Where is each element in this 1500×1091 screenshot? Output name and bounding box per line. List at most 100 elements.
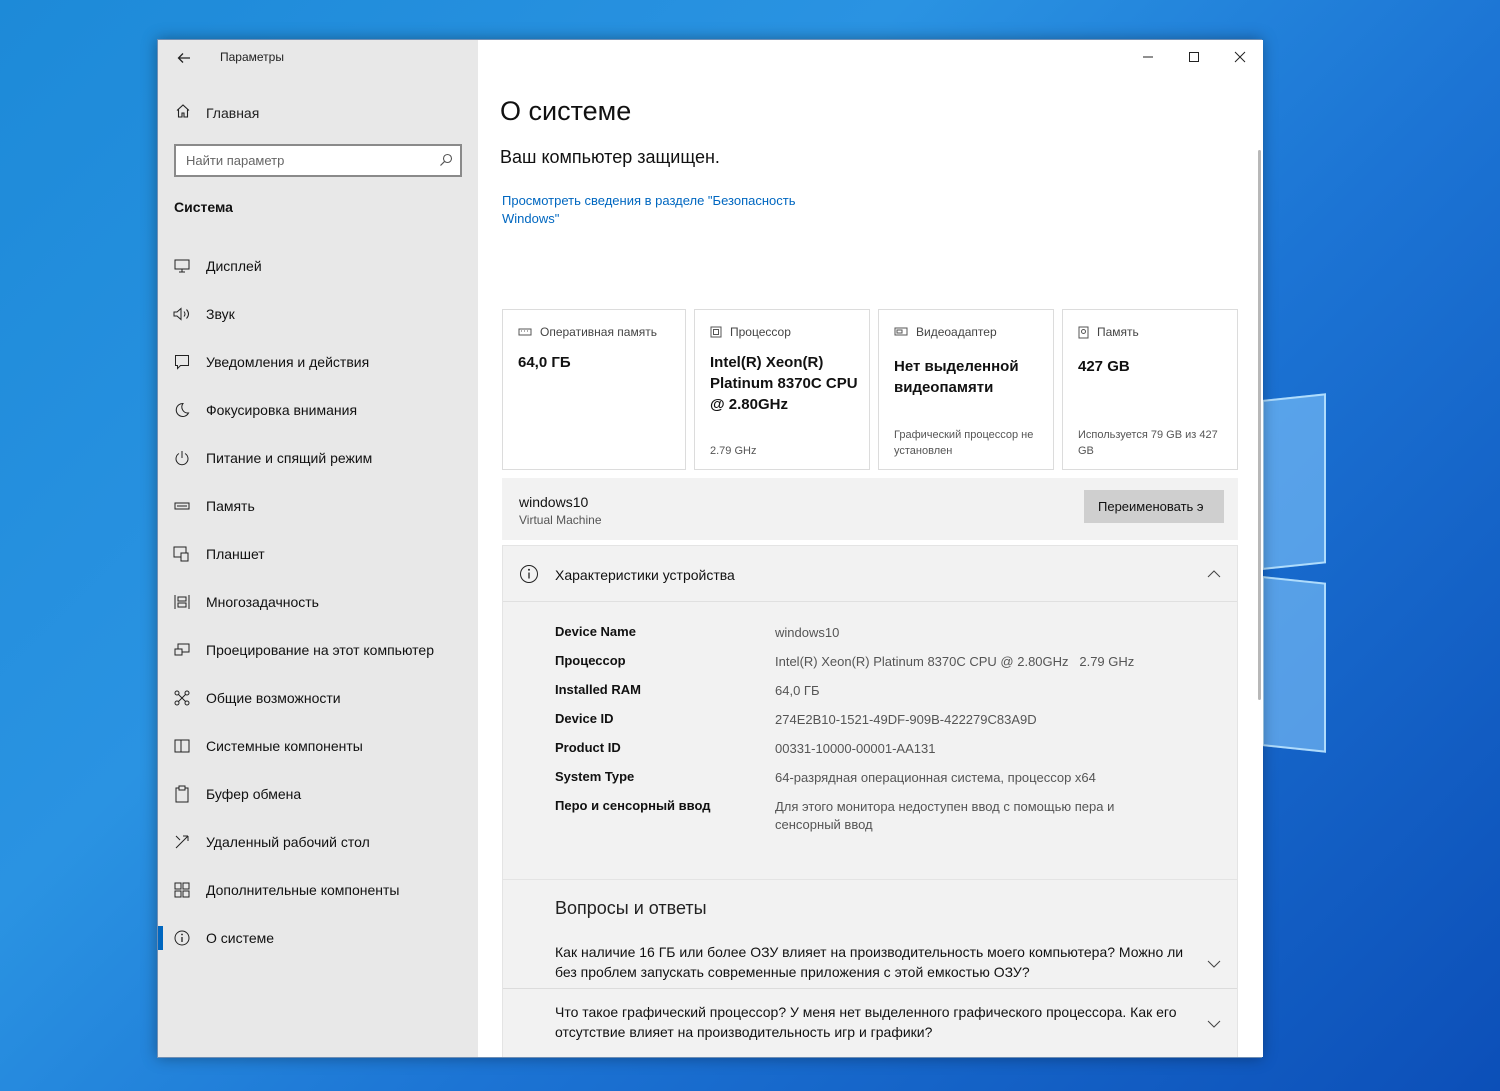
- chevron-up-icon: [1207, 566, 1221, 584]
- spec-value: 274E2B10-1521-49DF-909B-422279C83A9D: [775, 712, 1037, 727]
- moon-icon: [172, 400, 192, 420]
- faq-item[interactable]: Как наличие 16 ГБ или более ОЗУ влияет н…: [503, 942, 1237, 1000]
- sidebar-item-label: Звук: [206, 306, 235, 322]
- video-adapter-icon: [894, 327, 908, 336]
- ram-card: Оперативная память 64,0 ГБ: [502, 309, 686, 470]
- sidebar-item-label: Многозадачность: [206, 594, 319, 610]
- clipboard-icon: [172, 784, 192, 804]
- minimize-icon: [1143, 56, 1153, 58]
- sidebar-item-projecting[interactable]: Проецирование на этот компьютер: [158, 626, 478, 674]
- sidebar-item-label: Дополнительные компоненты: [206, 882, 400, 898]
- system-components-icon: [172, 736, 192, 756]
- app-title: Параметры: [220, 50, 284, 64]
- windows-logo-wallpaper: [1262, 393, 1500, 753]
- storage-icon: [172, 496, 192, 516]
- faq-question: Что такое графический процессор? У меня …: [555, 1004, 1177, 1040]
- card-subtext: Используется 79 GB из 427 GB: [1078, 429, 1218, 457]
- spec-cards: Оперативная память 64,0 ГБ Процессор Int…: [502, 309, 1238, 470]
- sidebar-item-shared-experiences[interactable]: Общие возможности: [158, 674, 478, 722]
- home-icon: [174, 103, 192, 123]
- sidebar-item-label: Главная: [206, 105, 260, 121]
- sidebar-item-sound[interactable]: Звук: [158, 290, 478, 338]
- tablet-icon: [172, 544, 192, 564]
- power-icon: [172, 448, 192, 468]
- spec-key: Device Name: [555, 624, 636, 639]
- back-button[interactable]: [172, 46, 196, 70]
- protection-status: Ваш компьютер защищен.: [500, 147, 720, 167]
- scrollbar[interactable]: [1258, 150, 1261, 700]
- info-icon: [172, 928, 192, 948]
- search-icon[interactable]: [438, 152, 454, 168]
- spec-key: System Type: [555, 769, 635, 784]
- gpu-card: Видеоадаптер Нет выделенной видеопамяти …: [878, 309, 1054, 470]
- spec-value: Intel(R) Xeon(R) Platinum 8370C CPU @ 2.…: [775, 654, 1135, 669]
- display-icon: [172, 256, 192, 276]
- sidebar-item-remote-desktop[interactable]: Удаленный рабочий стол: [158, 818, 478, 866]
- sidebar-item-power[interactable]: Питание и спящий режим: [158, 434, 478, 482]
- storage-card: Память 427 GB Используется 79 GB из 427 …: [1062, 309, 1238, 470]
- spec-value: 64,0 ГБ: [775, 683, 820, 698]
- search-input[interactable]: [176, 146, 434, 175]
- faq-title: Вопросы и ответы: [555, 898, 707, 918]
- titlebar: Параметры: [158, 40, 478, 76]
- section-title: Система: [174, 199, 233, 215]
- sidebar-item-home[interactable]: Главная: [158, 98, 478, 128]
- spec-key: Product ID: [555, 740, 621, 755]
- settings-window: Параметры Главная Система Дисплей Звук: [157, 39, 1263, 1058]
- spec-value: Для этого монитора недоступен ввод с пом…: [775, 799, 1115, 832]
- device-specifications-panel: Характеристики устройства Device Name wi…: [502, 545, 1238, 880]
- multitasking-icon: [172, 592, 192, 612]
- sidebar-item-storage[interactable]: Память: [158, 482, 478, 530]
- sidebar-item-label: Удаленный рабочий стол: [206, 834, 370, 850]
- device-name: windows10: [519, 494, 589, 510]
- sidebar-item-label: Питание и спящий режим: [206, 450, 373, 466]
- processor-icon: [710, 326, 722, 338]
- sidebar-item-notifications[interactable]: Уведомления и действия: [158, 338, 478, 386]
- sidebar-item-label: Проецирование на этот компьютер: [206, 642, 434, 658]
- spec-key: Device ID: [555, 711, 614, 726]
- card-subtext: 2.79 GHz: [710, 445, 757, 457]
- spec-value: 00331-10000-00001-AA131: [775, 741, 936, 756]
- sidebar-item-about[interactable]: О системе: [158, 914, 478, 962]
- sidebar-item-optional-features[interactable]: Дополнительные компоненты: [158, 866, 478, 914]
- close-button[interactable]: [1217, 40, 1263, 74]
- sidebar-item-label: О системе: [206, 930, 275, 946]
- info-icon: [519, 564, 539, 589]
- sidebar-item-label: Системные компоненты: [206, 738, 363, 754]
- sidebar-item-clipboard[interactable]: Буфер обмена: [158, 770, 478, 818]
- device-specifications-title: Характеристики устройства: [555, 567, 735, 583]
- close-icon: [1234, 51, 1246, 63]
- spec-key: Installed RAM: [555, 682, 641, 697]
- sidebar-item-label: Дисплей: [206, 258, 262, 274]
- sidebar-item-label: Планшет: [206, 546, 265, 562]
- faq-item[interactable]: Что такое графический процессор? У меня …: [503, 1002, 1237, 1057]
- sidebar-item-label: Буфер обмена: [206, 786, 302, 802]
- speaker-icon: [172, 304, 192, 324]
- spec-value: windows10: [775, 625, 840, 640]
- sidebar-item-label: Общие возможности: [206, 690, 341, 706]
- card-value: Нет выделенной видеопамяти: [894, 358, 1019, 396]
- device-specifications-header[interactable]: Характеристики устройства: [503, 546, 1237, 602]
- maximize-icon: [1189, 52, 1199, 62]
- remote-desktop-icon: [172, 832, 192, 852]
- spec-value: 64-разрядная операционная система, проце…: [775, 770, 1096, 785]
- sidebar-item-label: Память: [206, 498, 255, 514]
- notification-icon: [172, 352, 192, 372]
- sidebar-item-multitasking[interactable]: Многозадачность: [158, 578, 478, 626]
- divider: [503, 988, 1237, 989]
- rename-pc-button[interactable]: Переименовать э: [1084, 490, 1224, 523]
- sidebar: Параметры Главная Система Дисплей Звук: [158, 40, 478, 1057]
- card-label: Память: [1097, 325, 1139, 339]
- sidebar-item-display[interactable]: Дисплей: [158, 242, 478, 290]
- sidebar-item-label: Фокусировка внимания: [206, 402, 358, 418]
- maximize-button[interactable]: [1171, 40, 1217, 74]
- disk-icon: [1078, 326, 1089, 338]
- chevron-down-icon: [1207, 956, 1221, 974]
- sidebar-item-focus-assist[interactable]: Фокусировка внимания: [158, 386, 478, 434]
- minimize-button[interactable]: [1125, 40, 1171, 74]
- sidebar-item-system-components[interactable]: Системные компоненты: [158, 722, 478, 770]
- sidebar-item-tablet[interactable]: Планшет: [158, 530, 478, 578]
- security-link[interactable]: Просмотреть сведения в разделе "Безопасн…: [502, 192, 842, 228]
- card-value: Intel(R) Xeon(R) Platinum 8370C CPU @ 2.…: [710, 354, 858, 413]
- faq-panel: Вопросы и ответы Как наличие 16 ГБ или б…: [502, 880, 1238, 1057]
